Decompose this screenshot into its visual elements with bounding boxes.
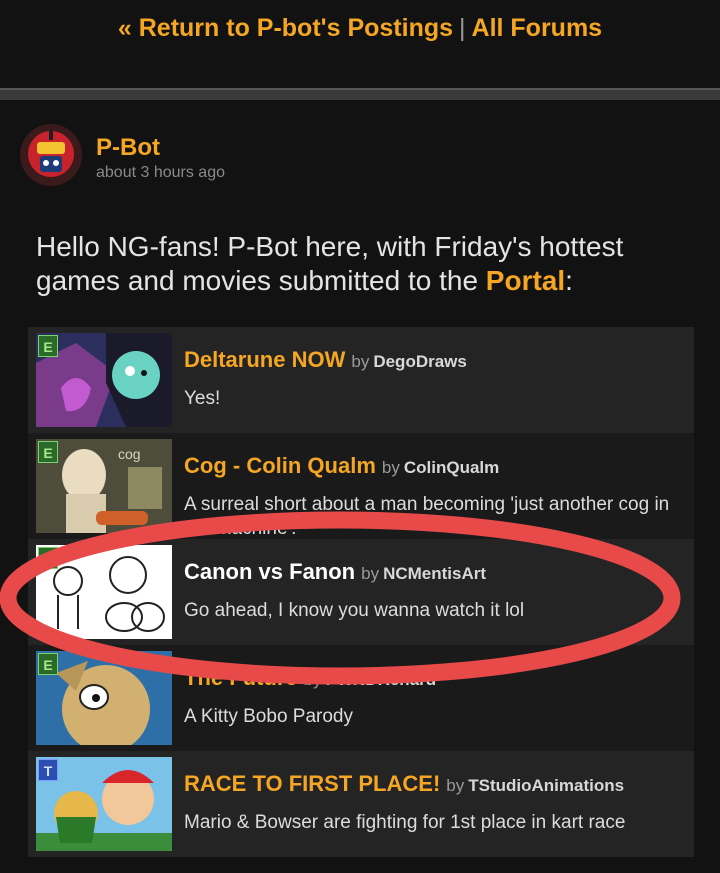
all-forums-link[interactable]: All Forums [472,14,603,42]
entry-author[interactable]: DegoDraws [373,352,467,371]
list-item[interactable]: cog E Cog - Colin Qualm by ColinQualm A su… [28,433,694,539]
avatar[interactable] [20,124,82,186]
entry-by: by [446,776,465,795]
entry-by: by [351,352,370,371]
entry-by: by [361,564,380,583]
return-to-postings-link[interactable]: « Return to P-bot's Postings [118,14,453,42]
svg-text:cog: cog [118,446,141,462]
pbot-avatar-icon [20,124,82,186]
post-author[interactable]: P-Bot [96,134,160,162]
entry-title[interactable]: RACE TO FIRST PLACE! [184,771,440,796]
entry-description: A surreal short about a man becoming 'ju… [184,494,670,539]
rating-badge: E [38,653,58,675]
list-item[interactable]: E The Future by PWNDRenard A Kitty Bobo Pa… [28,645,694,751]
forum-nav-bar: « Return to P-bot's Postings | All Forums [0,0,720,88]
post-intro: Hello NG-fans! P-Bot here, with Friday's… [36,230,696,298]
intro-colon: : [565,265,573,296]
entry-description: Yes! [184,388,221,409]
entry-author[interactable]: NCMentisArt [383,564,486,583]
entry-description: Go ahead, I know you wanna watch it lol [184,600,525,621]
entry-description: A Kitty Bobo Parody [184,706,353,727]
entry-author[interactable]: PWNDRenard [326,670,437,689]
entry-by: by [381,458,400,477]
entry-title[interactable]: The Future [184,665,298,690]
section-divider [0,88,720,100]
entry-by: by [303,670,322,689]
thumbnail-the-future[interactable]: E [36,651,172,745]
portal-link[interactable]: Portal [486,265,565,296]
list-item[interactable]: T RACE TO FIRST PLACE! by TStudioAnimation… [28,751,694,857]
thumbnail-race[interactable]: T [36,757,172,851]
entry-title[interactable]: Cog - Colin Qualm [184,453,376,478]
thumbnail-cog[interactable]: cog E [36,439,172,533]
thumbnail-canon-vs-fanon[interactable]: E [36,545,172,639]
entry-description: Mario & Bowser are fighting for 1st plac… [184,812,626,833]
list-item[interactable]: E Deltarune NOW by DegoDraws Yes! [28,327,694,433]
forum-post: P-Bot about 3 hours ago Hello NG-fans! P… [0,100,720,873]
entry-author[interactable]: TStudioAnimations [468,776,624,795]
rating-badge: E [38,441,58,463]
entry-title[interactable]: Deltarune NOW [184,347,345,372]
nav-separator: | [459,14,466,42]
post-timestamp: about 3 hours ago [96,164,225,181]
entry-author[interactable]: ColinQualm [404,458,499,477]
thumbnail-deltarune[interactable]: E [36,333,172,427]
rating-badge: E [38,335,58,357]
list-item[interactable]: E Canon vs Fanon by NCMentisArt Go ahead, … [28,539,694,645]
rating-badge: T [38,759,58,781]
rating-badge: E [38,547,58,569]
entry-title[interactable]: Canon vs Fanon [184,559,355,584]
